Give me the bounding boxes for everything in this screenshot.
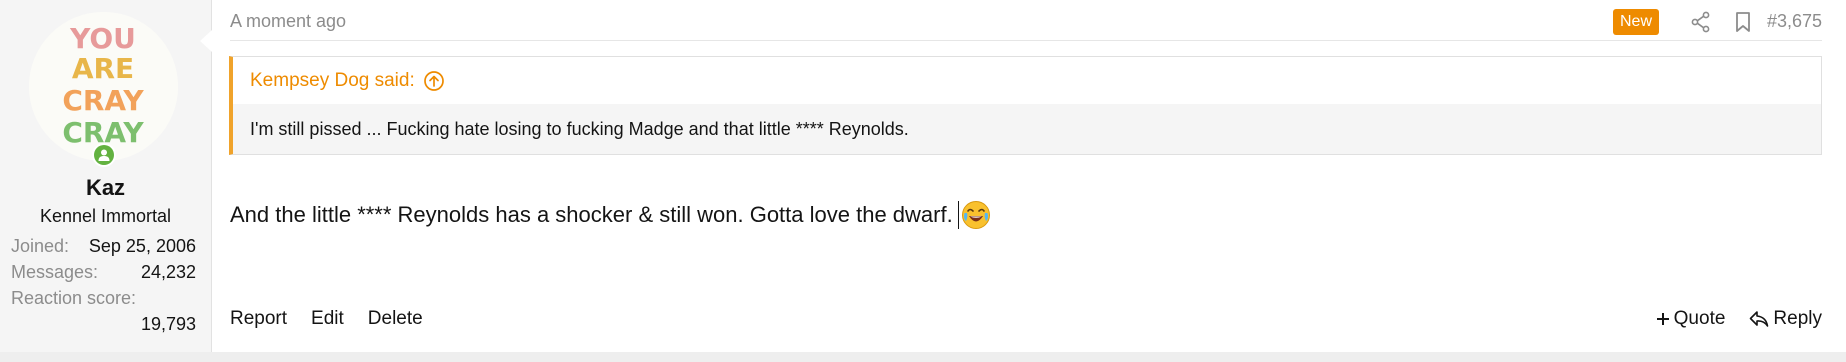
post-separator bbox=[0, 352, 1846, 362]
post-actions-left: Report Edit Delete bbox=[230, 308, 447, 330]
username[interactable]: Kaz bbox=[0, 175, 211, 201]
delete-link[interactable]: Delete bbox=[368, 308, 423, 330]
user-title: Kennel Immortal bbox=[39, 206, 172, 226]
joined-value: Sep 25, 2006 bbox=[88, 236, 196, 256]
plus-icon bbox=[1656, 313, 1669, 325]
post-pointer-arrow bbox=[200, 30, 212, 52]
bookmark-icon[interactable] bbox=[1731, 10, 1755, 34]
avatar-text-line1: YOU bbox=[69, 22, 136, 55]
quote-header[interactable]: Kempsey Dog said: bbox=[233, 57, 1821, 104]
user-info-panel: YOU ARE CRAY CRAY Kaz Kennel Immortal Jo… bbox=[0, 0, 212, 352]
report-link[interactable]: Report bbox=[230, 308, 287, 330]
reply-button[interactable]: Reply bbox=[1749, 308, 1822, 330]
new-badge: New bbox=[1613, 9, 1659, 35]
post-actions-right: Quote Reply bbox=[1656, 308, 1822, 330]
quote-author-label[interactable]: Kempsey Dog said: bbox=[250, 70, 415, 92]
joined-label: Joined: bbox=[11, 236, 70, 256]
avatar[interactable]: YOU ARE CRAY CRAY bbox=[29, 12, 178, 161]
quote-text: I'm still pissed ... Fucking hate losing… bbox=[233, 104, 1821, 154]
header-divider bbox=[230, 40, 1822, 41]
post-message: And the little **** Reynolds has a shock… bbox=[230, 200, 991, 230]
quote-arrow-up-icon[interactable] bbox=[423, 70, 445, 92]
avatar-image: YOU ARE CRAY CRAY bbox=[29, 12, 178, 161]
user-online-icon bbox=[92, 143, 116, 167]
quote-button-label: Quote bbox=[1673, 308, 1726, 329]
messages-value[interactable]: 24,232 bbox=[141, 262, 196, 283]
laughing-emoji-icon bbox=[961, 201, 990, 229]
avatar-text-line3: CRAY bbox=[62, 84, 144, 117]
quote-block: Kempsey Dog said: I'm still pissed ... F… bbox=[229, 56, 1822, 155]
post-message-text: And the little **** Reynolds has a shock… bbox=[230, 202, 953, 227]
post-time[interactable]: A moment ago bbox=[230, 11, 346, 32]
reaction-score-label: Reaction score: bbox=[11, 288, 137, 308]
messages-label: Messages: bbox=[11, 262, 99, 282]
post: A moment ago New #3,675 Kempsey Dog said… bbox=[212, 0, 1846, 352]
reaction-score-value: 19,793 bbox=[140, 314, 196, 334]
post-number[interactable]: #3,675 bbox=[1767, 11, 1822, 32]
quote-button[interactable]: Quote bbox=[1656, 308, 1726, 330]
reply-button-label: Reply bbox=[1773, 308, 1822, 329]
edit-link[interactable]: Edit bbox=[311, 308, 344, 330]
text-cursor bbox=[957, 201, 959, 229]
reply-icon bbox=[1750, 311, 1769, 327]
share-icon[interactable] bbox=[1689, 10, 1713, 34]
avatar-text-line2: ARE bbox=[72, 52, 134, 85]
